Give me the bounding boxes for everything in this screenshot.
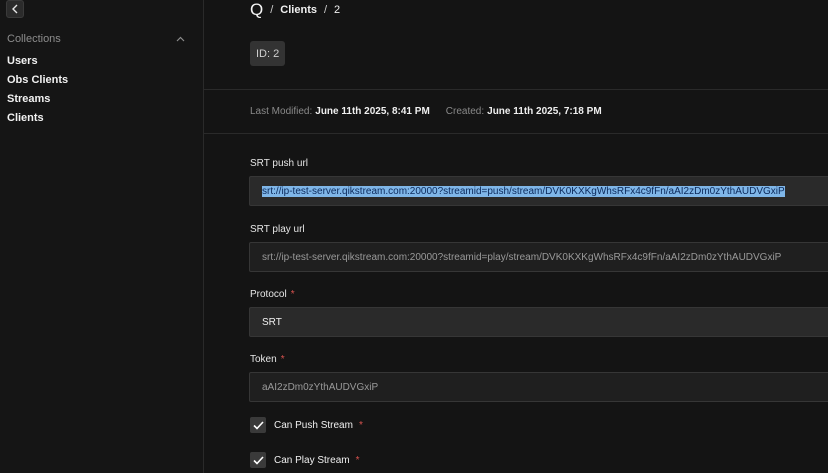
collections-title: Collections: [7, 33, 61, 45]
can-push-label[interactable]: Can Push Stream: [274, 420, 353, 431]
divider: [204, 133, 828, 134]
can-play-label[interactable]: Can Play Stream: [274, 455, 350, 466]
breadcrumb: Q / Clients / 2: [250, 0, 340, 20]
sidebar: Collections Users Obs Clients Streams Cl…: [0, 0, 204, 473]
breadcrumb-collection[interactable]: Clients: [280, 4, 317, 16]
srt-push-url-field[interactable]: srt://ip-test-server.qikstream.com:20000…: [249, 176, 828, 206]
srt-push-url-value: srt://ip-test-server.qikstream.com:20000…: [262, 185, 785, 197]
required-marker: *: [280, 354, 285, 365]
required-marker: *: [358, 419, 363, 431]
token-label-text: Token: [250, 354, 277, 365]
checkmark-icon: [252, 420, 264, 430]
srt-play-url-field[interactable]: srt://ip-test-server.qikstream.com:20000…: [249, 242, 828, 272]
chevron-left-icon: [12, 4, 18, 14]
main-content: Q / Clients / 2 ID: 2 Last Modified: Jun…: [204, 0, 828, 473]
protocol-label: Protocol *: [250, 289, 295, 300]
sidebar-item-streams[interactable]: Streams: [7, 93, 50, 105]
token-field[interactable]: aAI2zDm0zYthAUDVGxiP: [249, 372, 828, 402]
can-push-row: Can Push Stream *: [250, 417, 363, 433]
sidebar-item-obs-clients[interactable]: Obs Clients: [7, 74, 68, 86]
record-id-badge: ID: 2: [250, 41, 286, 66]
required-marker: *: [290, 289, 295, 300]
srt-play-label: SRT play url: [250, 224, 305, 235]
srt-push-label: SRT push url: [250, 158, 308, 169]
collections-header[interactable]: Collections: [7, 32, 185, 46]
record-meta: Last Modified: June 11th 2025, 8:41 PM C…: [250, 106, 618, 117]
can-play-row: Can Play Stream *: [250, 452, 360, 468]
token-value: aAI2zDm0zYthAUDVGxiP: [262, 381, 379, 393]
back-button[interactable]: [6, 0, 24, 18]
sidebar-item-clients[interactable]: Clients: [7, 112, 44, 124]
token-label: Token *: [250, 354, 285, 365]
required-marker: *: [355, 454, 360, 466]
modified-value: June 11th 2025, 8:41 PM: [315, 106, 430, 117]
divider: [204, 89, 828, 90]
sidebar-item-users[interactable]: Users: [7, 55, 38, 67]
breadcrumb-record-id: 2: [334, 4, 341, 16]
srt-play-url-value: srt://ip-test-server.qikstream.com:20000…: [262, 251, 782, 263]
app-logo[interactable]: Q: [250, 0, 263, 20]
checkmark-icon: [252, 455, 264, 465]
modified-label: Last Modified:: [250, 106, 313, 117]
protocol-value: SRT: [262, 316, 282, 328]
protocol-label-text: Protocol: [250, 289, 287, 300]
created-value: June 11th 2025, 7:18 PM: [487, 106, 602, 117]
chevron-up-icon: [176, 36, 185, 42]
breadcrumb-separator: /: [323, 4, 328, 16]
can-play-checkbox[interactable]: [250, 452, 266, 468]
can-push-checkbox[interactable]: [250, 417, 266, 433]
breadcrumb-separator: /: [270, 4, 274, 16]
protocol-select[interactable]: SRT: [249, 307, 828, 337]
created-label: Created:: [445, 106, 485, 117]
